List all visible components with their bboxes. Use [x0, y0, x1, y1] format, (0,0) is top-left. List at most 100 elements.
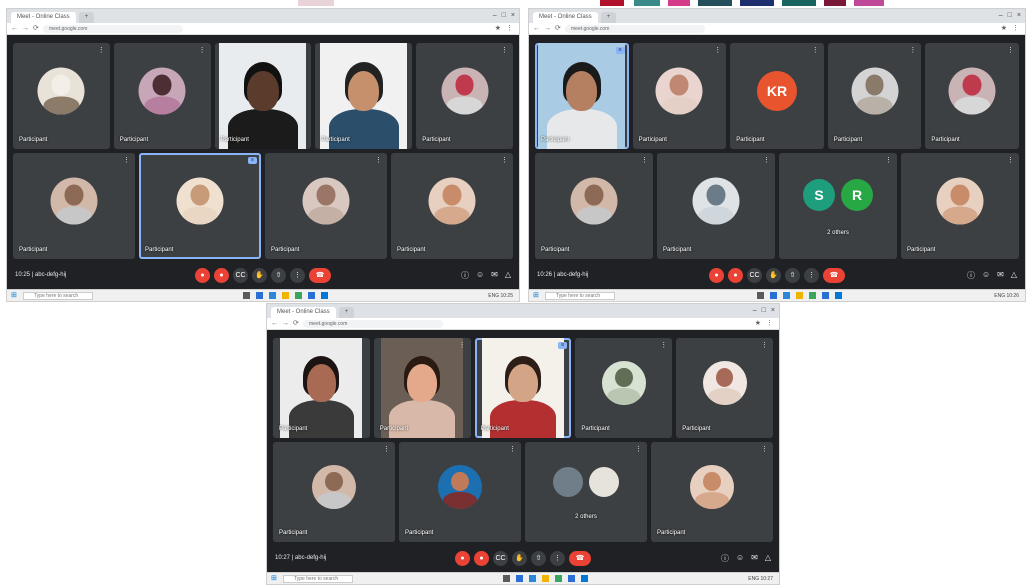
- browser-tab[interactable]: Meet - Online Class: [11, 12, 76, 23]
- taskbar-app-icon[interactable]: [255, 292, 263, 299]
- participant-tile[interactable]: ≡ Participant: [474, 338, 572, 438]
- minimize-button[interactable]: –: [753, 306, 757, 315]
- menu-icon[interactable]: ⋮: [506, 24, 513, 34]
- activities-icon[interactable]: △: [765, 553, 771, 564]
- mic-off-button[interactable]: ●: [195, 268, 210, 283]
- browser-tab[interactable]: Meet - Online Class: [533, 12, 598, 23]
- taskbar-app-icon[interactable]: [502, 575, 510, 582]
- taskbar-app-icon[interactable]: [796, 292, 804, 299]
- forward-arrow-icon[interactable]: →: [22, 24, 29, 34]
- taskbar-app-icon[interactable]: [567, 575, 575, 582]
- participant-tile[interactable]: SR 2 others ⋮: [779, 153, 897, 259]
- participant-tile[interactable]: KR ⋮ Participant: [730, 43, 824, 149]
- new-tab-button[interactable]: +: [78, 12, 95, 23]
- info-icon[interactable]: ⓘ: [967, 270, 975, 281]
- menu-icon[interactable]: ⋮: [1012, 24, 1019, 34]
- mic-off-button[interactable]: ●: [455, 551, 470, 566]
- taskbar-app-icon[interactable]: [528, 575, 536, 582]
- maximize-button[interactable]: □: [502, 11, 506, 20]
- more-options-icon[interactable]: ⋮: [299, 47, 306, 55]
- taskbar-app-icon[interactable]: [307, 292, 315, 299]
- more-options-icon[interactable]: ⋮: [761, 446, 768, 454]
- back-arrow-icon[interactable]: ←: [533, 24, 540, 34]
- more-options-icon[interactable]: ⋮: [375, 157, 382, 165]
- taskbar-app-icon[interactable]: [541, 575, 549, 582]
- participant-tile[interactable]: ⋮ Participant: [901, 153, 1019, 259]
- more-options-icon[interactable]: ⋮: [501, 157, 508, 165]
- participant-tile[interactable]: ≡ Participant: [535, 43, 629, 149]
- more-options-icon[interactable]: ⋮: [909, 47, 916, 55]
- more-options-icon[interactable]: ⋮: [635, 446, 642, 454]
- participant-tile[interactable]: ⋮ Participant: [535, 153, 653, 259]
- leave-call-button[interactable]: ☎: [309, 268, 331, 283]
- taskbar-app-icon[interactable]: [554, 575, 562, 582]
- taskbar-search-field[interactable]: Type here to search: [283, 575, 353, 583]
- taskbar-app-icon[interactable]: [294, 292, 302, 299]
- people-icon[interactable]: ☺: [476, 270, 484, 281]
- start-button-icon[interactable]: ⊞: [271, 575, 277, 583]
- taskbar-app-icon[interactable]: [242, 292, 250, 299]
- close-button[interactable]: ×: [1017, 11, 1021, 20]
- participant-tile[interactable]: ⋮ Participant: [399, 442, 521, 542]
- start-button-icon[interactable]: ⊞: [533, 292, 539, 300]
- participant-tile[interactable]: ⋮ Participant: [925, 43, 1019, 149]
- participant-tile[interactable]: ⋮ Participant: [651, 442, 773, 542]
- raise-hand-button[interactable]: ✋: [252, 268, 267, 283]
- camera-off-button[interactable]: ●: [214, 268, 229, 283]
- participant-tile[interactable]: ⋮ Participant: [575, 338, 673, 438]
- more-options-icon[interactable]: ⋮: [199, 47, 206, 55]
- chat-icon[interactable]: ✉: [491, 270, 498, 281]
- more-options-button[interactable]: ⋮: [550, 551, 565, 566]
- url-field[interactable]: meet.google.com: [565, 25, 705, 33]
- more-options-icon[interactable]: ⋮: [400, 47, 407, 55]
- reload-icon[interactable]: ⟳: [33, 24, 39, 34]
- taskbar-app-icon[interactable]: [770, 292, 778, 299]
- participant-tile[interactable]: ⋮ Participant: [273, 442, 395, 542]
- start-button-icon[interactable]: ⊞: [11, 292, 17, 300]
- more-options-icon[interactable]: ⋮: [885, 157, 892, 165]
- more-options-icon[interactable]: ⋮: [714, 47, 721, 55]
- present-screen-button[interactable]: ⇧: [531, 551, 546, 566]
- chat-icon[interactable]: ✉: [751, 553, 758, 564]
- close-button[interactable]: ×: [511, 11, 515, 20]
- more-options-button[interactable]: ⋮: [804, 268, 819, 283]
- more-options-icon[interactable]: ⋮: [761, 342, 768, 350]
- reload-icon[interactable]: ⟳: [293, 319, 299, 329]
- taskbar-app-icon[interactable]: [268, 292, 276, 299]
- taskbar-app-icon[interactable]: [757, 292, 765, 299]
- new-tab-button[interactable]: +: [600, 12, 617, 23]
- participant-tile[interactable]: ⋮ Participant: [265, 153, 387, 259]
- participant-tile[interactable]: ⋮ Participant: [416, 43, 513, 149]
- participant-tile[interactable]: ⋮ Participant: [273, 338, 370, 438]
- taskbar-app-icon[interactable]: [320, 292, 328, 299]
- more-options-button[interactable]: ⋮: [290, 268, 305, 283]
- captions-button[interactable]: CC: [493, 551, 508, 566]
- present-screen-button[interactable]: ⇧: [785, 268, 800, 283]
- back-arrow-icon[interactable]: ←: [271, 319, 278, 329]
- taskbar-app-icon[interactable]: [783, 292, 791, 299]
- info-icon[interactable]: ⓘ: [461, 270, 469, 281]
- close-button[interactable]: ×: [771, 306, 775, 315]
- minimize-button[interactable]: –: [493, 11, 497, 20]
- more-options-icon[interactable]: ⋮: [501, 47, 508, 55]
- taskbar-search-field[interactable]: Type here to search: [23, 292, 93, 300]
- participant-tile[interactable]: ⋮ Participant: [632, 43, 727, 149]
- participant-tile[interactable]: ⋮ Participant: [315, 43, 413, 149]
- more-options-icon[interactable]: ⋮: [123, 157, 130, 165]
- participant-tile[interactable]: ⋮ Participant: [13, 153, 135, 259]
- participant-tile[interactable]: ⋮ Participant: [13, 43, 110, 149]
- more-options-icon[interactable]: ⋮: [358, 342, 365, 350]
- more-options-icon[interactable]: ⋮: [812, 47, 819, 55]
- forward-arrow-icon[interactable]: →: [282, 319, 289, 329]
- present-screen-button[interactable]: ⇧: [271, 268, 286, 283]
- forward-arrow-icon[interactable]: →: [544, 24, 551, 34]
- more-options-icon[interactable]: ⋮: [1007, 157, 1014, 165]
- more-options-icon[interactable]: ⋮: [1007, 47, 1014, 55]
- maximize-button[interactable]: □: [1008, 11, 1012, 20]
- participant-tile[interactable]: ⋮ Participant: [214, 43, 312, 149]
- browser-tab[interactable]: Meet - Online Class: [271, 307, 336, 318]
- star-icon[interactable]: ★: [755, 319, 761, 329]
- leave-call-button[interactable]: ☎: [823, 268, 845, 283]
- raise-hand-button[interactable]: ✋: [766, 268, 781, 283]
- taskbar-app-icon[interactable]: [835, 292, 843, 299]
